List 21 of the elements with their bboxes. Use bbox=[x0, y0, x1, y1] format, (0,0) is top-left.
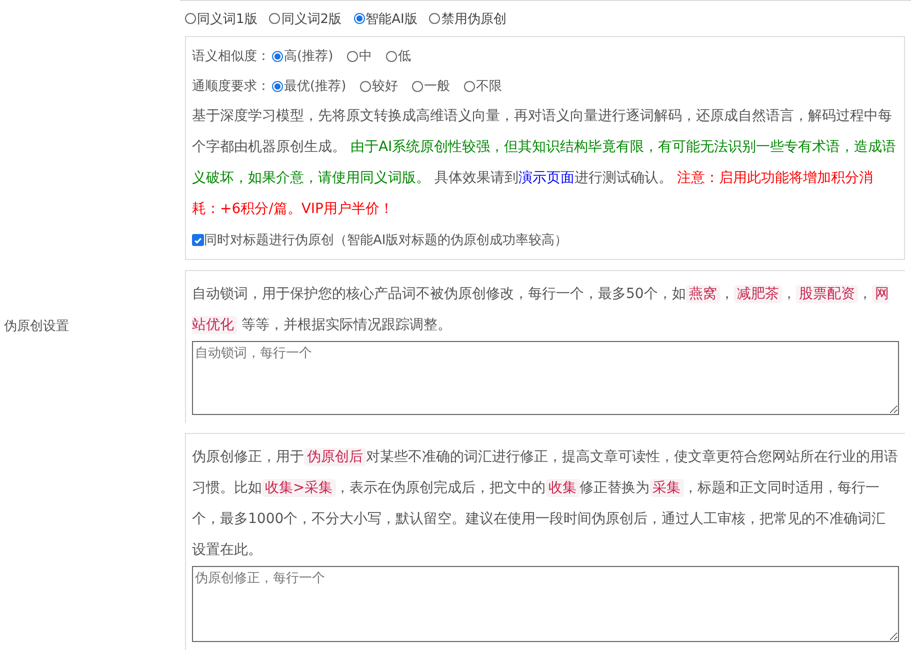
mode-radio[interactable]: 智能AI版 bbox=[354, 10, 418, 28]
similarity-radio[interactable]: 高(推荐) bbox=[272, 47, 334, 65]
corrections-description: 伪原创修正，用于 伪原创后 对某些不准确的词汇进行修正，提高文章可读性，使文章更符合您网站所在行业的用语习惯。比如 收集>采集 ，表示在伪原创完成后，把文中的 收集 修正替换为 采集 ，标题和正文同时适用，每行一个，最多1000个，不分大小写，默认留空。建议在使用一段时间伪原创后，通过人工审核，把常见的不准确词汇设置在此。 bbox=[192, 447, 899, 560]
section-label: 伪原创设置 bbox=[4, 318, 69, 334]
fluency-radio[interactable]: 较好 bbox=[360, 77, 398, 95]
fluency-label: 通顺度要求： bbox=[192, 78, 270, 95]
fluency-radio[interactable]: 一般 bbox=[412, 77, 450, 95]
demo-page-link[interactable]: 演示页面 bbox=[518, 170, 574, 186]
lock-words-field[interactable]: 自动锁词，每行一个 bbox=[192, 341, 899, 415]
mode-radio[interactable]: 禁用伪原创 bbox=[429, 10, 506, 28]
lock-words-description: 自动锁词，用于保护您的核心产品词不被伪原创修改，每行一个，最多50个，如 燕窝 ， 减肥茶 ， 股票配资 ， 网站优化 等等，并根据实际情况跟踪调整。 bbox=[192, 284, 890, 336]
fluency-radio[interactable]: 最优(推荐) bbox=[272, 77, 346, 95]
mode-radio[interactable]: 同义词2版 bbox=[269, 10, 342, 28]
ai-description: 基于深度学习模型，先将原文转换成高维语义向量，再对语义向量进行逐词解码，还原成自然语言，解码过程中每个字都由机器原创生成。 由于AI系统原创性较强，但其知识结构毕竟有限，有可能无法识别一些专有术语，造成语义破坏，如果介意，请使用同义词版。 具体效果请到演示页面进行测试确认。 注意：启用此功能将增加积分消耗：+6积分/篇。VIP用户半价！ bbox=[192, 107, 898, 219]
similarity-radio[interactable]: 低 bbox=[386, 47, 412, 65]
similarity-radio[interactable]: 中 bbox=[347, 47, 372, 65]
fluency-radio[interactable]: 不限 bbox=[464, 77, 502, 95]
similarity-label: 语义相似度： bbox=[192, 48, 270, 65]
corrections-field[interactable]: 伪原创修正，每行一个 bbox=[192, 566, 899, 642]
mode-radio[interactable]: 同义词1版 bbox=[185, 10, 258, 28]
title-checkbox[interactable]: 同时对标题进行伪原创（智能AI版对标题的伪原创成功率较高） bbox=[192, 225, 898, 255]
